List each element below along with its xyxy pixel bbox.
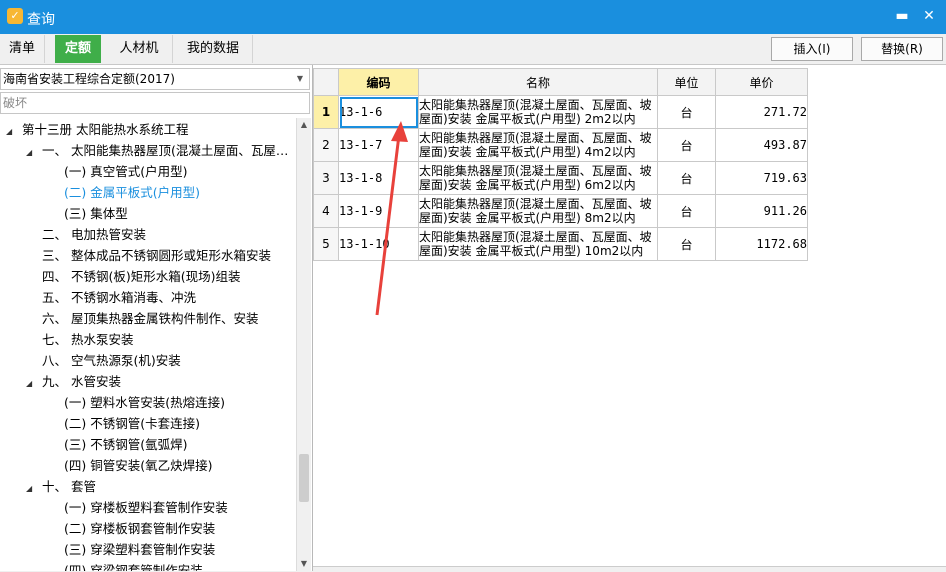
scrollbar-thumb[interactable] bbox=[299, 454, 309, 502]
quota-tree-panel: 海南省安装工程综合定额(2017) ▼ 破坏 ◢ 第十三册 太阳能热水系统工程 … bbox=[0, 65, 313, 571]
bottom-status-strip bbox=[313, 566, 946, 572]
quota-library-select[interactable]: 海南省安装工程综合定额(2017) ▼ bbox=[0, 68, 310, 90]
app-logo-icon: ✓ bbox=[7, 8, 23, 24]
tree-node[interactable]: (一) 穿楼板塑料套管制作安装 bbox=[64, 498, 228, 518]
tree-node[interactable]: 七、 热水泵安装 bbox=[42, 330, 133, 350]
scroll-down-arrow-icon[interactable]: ▼ bbox=[297, 557, 311, 571]
close-button[interactable]: ✕ bbox=[918, 6, 940, 26]
quota-grid-panel: 编码 名称 单位 单价 1 13-1-6 太阳能集热器屋顶(混凝土屋面、瓦屋面、… bbox=[313, 65, 946, 571]
tree-node[interactable]: 四、 不锈钢(板)矩形水箱(现场)组装 bbox=[42, 267, 240, 287]
expand-triangle-icon[interactable]: ◢ bbox=[26, 143, 38, 163]
tree-node[interactable]: (四) 铜管安装(氧乙炔焊接) bbox=[64, 456, 212, 476]
expand-triangle-icon[interactable]: ◢ bbox=[26, 374, 38, 394]
tree-node-selected[interactable]: (二) 金属平板式(户用型) bbox=[64, 183, 200, 203]
tree-node[interactable]: ◢ 一、 太阳能集热器屋顶(混凝土屋面、瓦屋… bbox=[26, 141, 288, 161]
annotation-arrow-overlay bbox=[375, 121, 408, 316]
search-input[interactable]: 破坏 bbox=[0, 92, 310, 114]
tree-node[interactable]: (一) 塑料水管安装(热熔连接) bbox=[64, 393, 225, 413]
tab-bar: 清单 定额 人材机 我的数据 插入(I) 替换(R) bbox=[0, 34, 946, 65]
tree-node[interactable]: 三、 整体成品不锈钢圆形或矩形水箱安装 bbox=[42, 246, 271, 266]
scroll-up-arrow-icon[interactable]: ▲ bbox=[297, 118, 311, 132]
expand-triangle-icon[interactable]: ◢ bbox=[6, 122, 18, 142]
tree-node[interactable]: 二、 电加热管安装 bbox=[42, 225, 146, 245]
title-bar: ✓ 查询 ▬ ✕ bbox=[0, 0, 946, 34]
quota-chapter-tree: ◢ 第十三册 太阳能热水系统工程 ◢ 一、 太阳能集热器屋顶(混凝土屋面、瓦屋…… bbox=[0, 118, 296, 571]
annotation-arrow-head-icon bbox=[391, 121, 408, 142]
tree-node[interactable]: 五、 不锈钢水箱消毒、冲洗 bbox=[42, 288, 196, 308]
tab-my-data[interactable]: 我的数据 bbox=[174, 35, 253, 63]
tree-node[interactable]: (一) 真空管式(户用型) bbox=[64, 162, 187, 182]
expand-triangle-icon[interactable]: ◢ bbox=[26, 479, 38, 499]
tree-node[interactable]: ◢ 十、 套管 bbox=[26, 477, 96, 497]
quota-library-value: 海南省安装工程综合定额(2017) bbox=[3, 72, 175, 86]
tab-bill[interactable]: 清单 bbox=[0, 35, 45, 63]
tree-node[interactable]: 八、 空气热源泵(机)安装 bbox=[42, 351, 181, 371]
tree-node[interactable]: ◢ 九、 水管安装 bbox=[26, 372, 121, 392]
tree-node[interactable]: (四) 穿梁钢套管制作安装 bbox=[64, 561, 203, 571]
tree-node[interactable]: 六、 屋顶集热器金属铁构件制作、安装 bbox=[42, 309, 258, 329]
tree-node[interactable]: (二) 穿楼板钢套管制作安装 bbox=[64, 519, 215, 539]
chevron-down-icon: ▼ bbox=[296, 74, 303, 83]
minimize-button[interactable]: ▬ bbox=[891, 6, 913, 26]
tree-node[interactable]: (二) 不锈钢管(卡套连接) bbox=[64, 414, 200, 434]
tree-node[interactable]: ◢ 第十三册 太阳能热水系统工程 bbox=[6, 120, 188, 140]
tab-labor-material-machine[interactable]: 人材机 bbox=[106, 35, 173, 63]
insert-button[interactable]: 插入(I) bbox=[771, 37, 853, 61]
tab-quota[interactable]: 定额 bbox=[55, 35, 101, 63]
tree-node[interactable]: (三) 集体型 bbox=[64, 204, 128, 224]
window-title: 查询 bbox=[27, 12, 55, 28]
annotation-arrow-line bbox=[375, 134, 401, 316]
tree-scrollbar[interactable]: ▲ ▼ bbox=[296, 118, 311, 571]
tree-node[interactable]: (三) 不锈钢管(氩弧焊) bbox=[64, 435, 187, 455]
replace-button[interactable]: 替换(R) bbox=[861, 37, 943, 61]
tree-node[interactable]: (三) 穿梁塑料套管制作安装 bbox=[64, 540, 215, 560]
